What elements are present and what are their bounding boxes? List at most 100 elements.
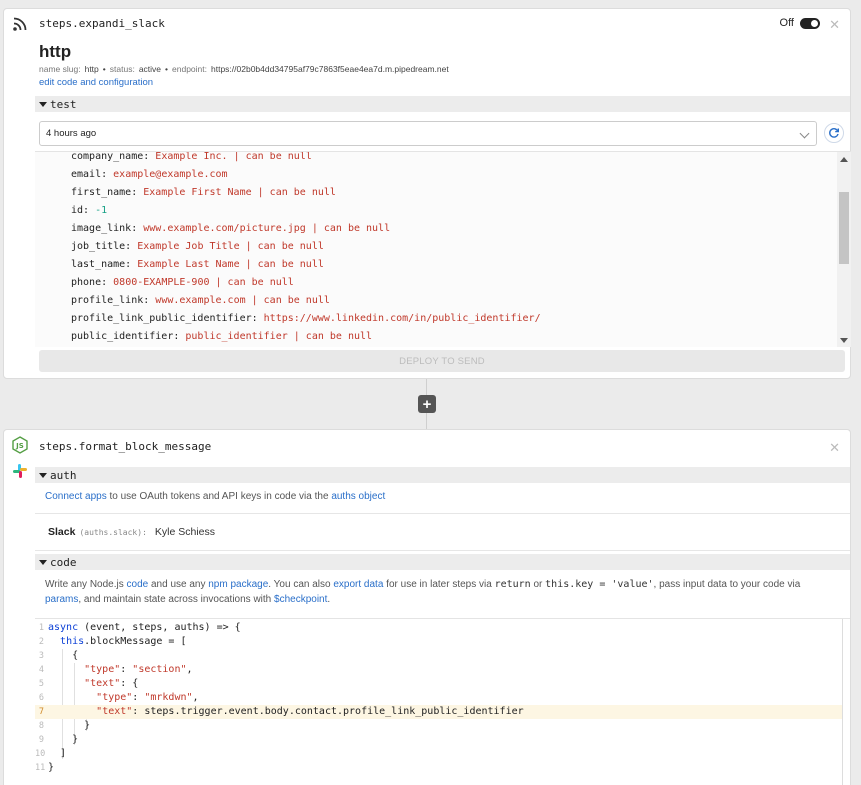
edit-code-link[interactable]: edit code and configuration <box>39 77 153 88</box>
add-step-button[interactable]: + <box>418 395 436 413</box>
code-text: "type": "mrkdwn", <box>96 692 199 703</box>
code-line[interactable]: 11} <box>35 761 842 775</box>
code-line[interactable]: 3 { <box>35 649 842 663</box>
data-key: image_link: <box>71 223 144 234</box>
npm-package-link[interactable]: npm package <box>208 579 268 590</box>
code-section-toggle[interactable]: code <box>35 554 850 570</box>
event-data-line: first_name: Example First Name | can be … <box>71 184 541 202</box>
line-number: 5 <box>38 679 44 689</box>
data-value: -1 <box>95 205 108 216</box>
trigger-card: steps.expandi_slack Off ✕ http name slug… <box>3 8 851 379</box>
line-number: 10 <box>35 749 46 759</box>
code-text: } <box>48 720 91 731</box>
caret-down-icon <box>39 101 47 107</box>
event-data-line: id: -1 <box>71 202 541 220</box>
nodejs-icon: JS <box>9 434 31 456</box>
code-text: } <box>48 762 55 773</box>
line-number: 8 <box>38 721 44 731</box>
data-key: public_identifier: <box>71 331 186 342</box>
data-key: profile_link: <box>71 295 156 306</box>
code-line[interactable]: 7 "text": steps.trigger.event.body.conta… <box>35 705 842 719</box>
connector-line <box>426 413 427 429</box>
close-icon[interactable]: ✕ <box>829 440 840 456</box>
line-number: 9 <box>38 735 44 745</box>
code-text: ] <box>48 748 67 759</box>
code-line[interactable]: 10 ] <box>35 747 842 761</box>
caret-down-icon <box>39 559 47 565</box>
event-data-line: company_name: Example Inc. | can be null <box>71 151 541 166</box>
data-key: id: <box>71 205 96 216</box>
trigger-meta: name slug: http • status: active • endpo… <box>39 64 449 74</box>
line-number: 1 <box>38 623 44 633</box>
code-line[interactable]: 5 "text": { <box>35 677 842 691</box>
code-link[interactable]: code <box>127 579 149 590</box>
data-value: www.example.com/picture.jpg | can be nul… <box>143 223 391 234</box>
line-number: 3 <box>38 651 44 661</box>
slack-label: Slack <box>48 526 76 538</box>
code-text: async (event, steps, auths) => { <box>48 622 241 633</box>
event-select[interactable]: 4 hours ago <box>39 121 817 146</box>
caret-down-icon <box>39 472 47 478</box>
code-line[interactable]: 2 this.blockMessage = [ <box>35 635 842 649</box>
params-link[interactable]: params <box>45 594 78 605</box>
data-value: Example First Name | can be null <box>143 187 336 198</box>
event-data-line: phone: 0800-EXAMPLE-900 | can be null <box>71 274 541 292</box>
code-text: this.blockMessage = [ <box>60 636 187 647</box>
event-data-line: job_title: Example Job Title | can be nu… <box>71 238 541 256</box>
endpoint-url[interactable]: https://02b0b4dd34795af79c7863f5eae4ea7d… <box>211 64 449 74</box>
slack-account[interactable]: Kyle Schiess <box>155 526 215 538</box>
data-value: www.example.com | can be null <box>155 295 330 306</box>
code-text: } <box>48 734 79 745</box>
auths-object-link[interactable]: auths object <box>331 491 385 502</box>
data-key: profile_link_public_identifier: <box>71 313 264 324</box>
svg-text:JS: JS <box>15 442 24 450</box>
code-line[interactable]: 8 } <box>35 719 842 733</box>
connect-apps-link[interactable]: Connect apps <box>45 491 107 502</box>
data-value: https://www.linkedin.com/in/public_ident… <box>263 313 541 324</box>
auth-section-toggle[interactable]: auth <box>35 467 850 483</box>
line-number: 7 <box>38 707 44 717</box>
step-title: steps.format_block_message <box>39 440 212 453</box>
refresh-icon <box>829 127 839 138</box>
event-data-panel: company_name: Example Inc. | can be null… <box>35 151 851 347</box>
event-data-line: image_link: www.example.com/picture.jpg … <box>71 220 541 238</box>
editor-scrollbar[interactable] <box>842 619 850 785</box>
code-line[interactable]: 6 "type": "mrkdwn", <box>35 691 842 705</box>
toggle-label: Off <box>779 17 794 29</box>
data-key: job_title: <box>71 241 138 252</box>
test-section-toggle[interactable]: test <box>35 96 850 112</box>
line-number: 2 <box>38 637 44 647</box>
scroll-down-icon[interactable] <box>840 338 848 343</box>
line-number: 11 <box>35 763 46 773</box>
data-key: email: <box>71 169 114 180</box>
event-data-line: last_name: Example Last Name | can be nu… <box>71 256 541 274</box>
scroll-up-icon[interactable] <box>840 157 848 162</box>
close-icon[interactable]: ✕ <box>829 17 840 33</box>
data-scrollbar[interactable] <box>837 152 851 347</box>
status-value: active <box>138 64 162 74</box>
connector-line <box>426 379 427 395</box>
code-line[interactable]: 9 } <box>35 733 842 747</box>
data-key: first_name: <box>71 187 144 198</box>
code-line[interactable]: 1 async (event, steps, auths) => { <box>35 621 842 635</box>
data-value: Example Last Name | can be null <box>137 259 324 270</box>
data-key: phone: <box>71 277 114 288</box>
data-value: Example Inc. | can be null <box>155 151 312 162</box>
data-value: public_identifier | can be null <box>185 331 373 342</box>
data-value: 0800-EXAMPLE-900 | can be null <box>113 277 294 288</box>
auth-info: Connect apps to use OAuth tokens and API… <box>45 491 386 502</box>
event-data-line: public_identifier: public_identifier | c… <box>71 328 541 346</box>
trigger-name: http <box>39 42 72 61</box>
code-editor[interactable]: 1 async (event, steps, auths) => { 2 this.… <box>35 618 850 785</box>
slack-icon <box>9 460 31 482</box>
export-data-link[interactable]: export data <box>333 579 383 590</box>
trigger-toggle[interactable]: Off <box>780 17 820 29</box>
scroll-thumb[interactable] <box>839 192 849 264</box>
chevron-down-icon <box>799 128 810 139</box>
code-line[interactable]: 4 "type": "section", <box>35 663 842 677</box>
deploy-button[interactable]: DEPLOY TO SEND <box>39 350 845 372</box>
checkpoint-link[interactable]: $checkpoint <box>274 594 327 605</box>
toggle-switch[interactable] <box>800 17 820 29</box>
code-text: "text": { <box>84 678 139 689</box>
refresh-button[interactable] <box>824 123 844 143</box>
